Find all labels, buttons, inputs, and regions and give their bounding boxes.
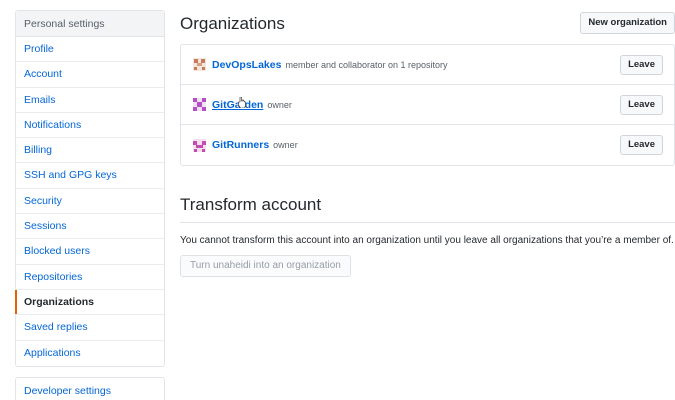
org-role: owner (267, 99, 292, 110)
sidebar-item-organizations[interactable]: Organizations (15, 289, 164, 316)
sidebar-item-saved-replies[interactable]: Saved replies (16, 315, 164, 341)
sidebar-item-profile[interactable]: Profile (16, 37, 164, 63)
sidebar-item-sessions[interactable]: Sessions (16, 214, 164, 240)
org-name-link[interactable]: GitRunners (212, 139, 269, 151)
sidebar-item-applications[interactable]: Applications (16, 341, 164, 366)
sidebar-item-blocked-users[interactable]: Blocked users (16, 239, 164, 265)
org-role: owner (273, 140, 298, 150)
org-role: member and collaborator on 1 repository (285, 59, 448, 70)
org-row-gitgarden: GitGarden owner Leave (181, 85, 674, 125)
transform-account-button: Turn unaheidi into an organization (180, 255, 351, 277)
sidebar-item-account[interactable]: Account (16, 62, 164, 88)
organizations-header: Organizations New organization (180, 12, 675, 38)
sidebar-item-repositories[interactable]: Repositories (16, 265, 164, 290)
sidebar-item-billing[interactable]: Billing (16, 138, 164, 164)
gitrunners-avatar[interactable] (193, 138, 206, 152)
transform-account-title: Transform account (180, 195, 675, 223)
leave-button[interactable]: Leave (620, 135, 663, 155)
sidebar-item-notifications[interactable]: Notifications (16, 113, 164, 139)
sidebar-item-ssh-gpg-keys[interactable]: SSH and GPG keys (16, 163, 164, 189)
leave-button[interactable]: Leave (620, 55, 663, 75)
personal-settings-menu: Personal settings Profile Account Emails… (15, 10, 165, 367)
transform-account-description: You cannot transform this account into a… (180, 235, 674, 246)
sidebar-item-emails[interactable]: Emails (16, 88, 164, 113)
sidebar-item-security[interactable]: Security (16, 189, 164, 215)
organizations-list: DevOpsLakes member and collaborator on 1… (180, 44, 675, 166)
org-row-gitrunners: GitRunners owner Leave (181, 125, 674, 165)
devopslakes-avatar[interactable] (193, 58, 206, 71)
new-organization-button[interactable]: New organization (580, 12, 675, 34)
org-row-devopslakes: DevOpsLakes member and collaborator on 1… (181, 45, 674, 85)
developer-settings-menu: Developer settings (15, 377, 165, 400)
hand-cursor-icon (238, 95, 246, 109)
sidebar-item-developer-settings[interactable]: Developer settings (16, 378, 164, 400)
org-name-link[interactable]: DevOpsLakes (212, 59, 281, 71)
gitgarden-avatar[interactable] (193, 98, 206, 111)
leave-button[interactable]: Leave (620, 95, 663, 115)
sidebar-header: Personal settings (16, 11, 164, 37)
settings-page: Personal settings Profile Account Emails… (0, 0, 675, 400)
